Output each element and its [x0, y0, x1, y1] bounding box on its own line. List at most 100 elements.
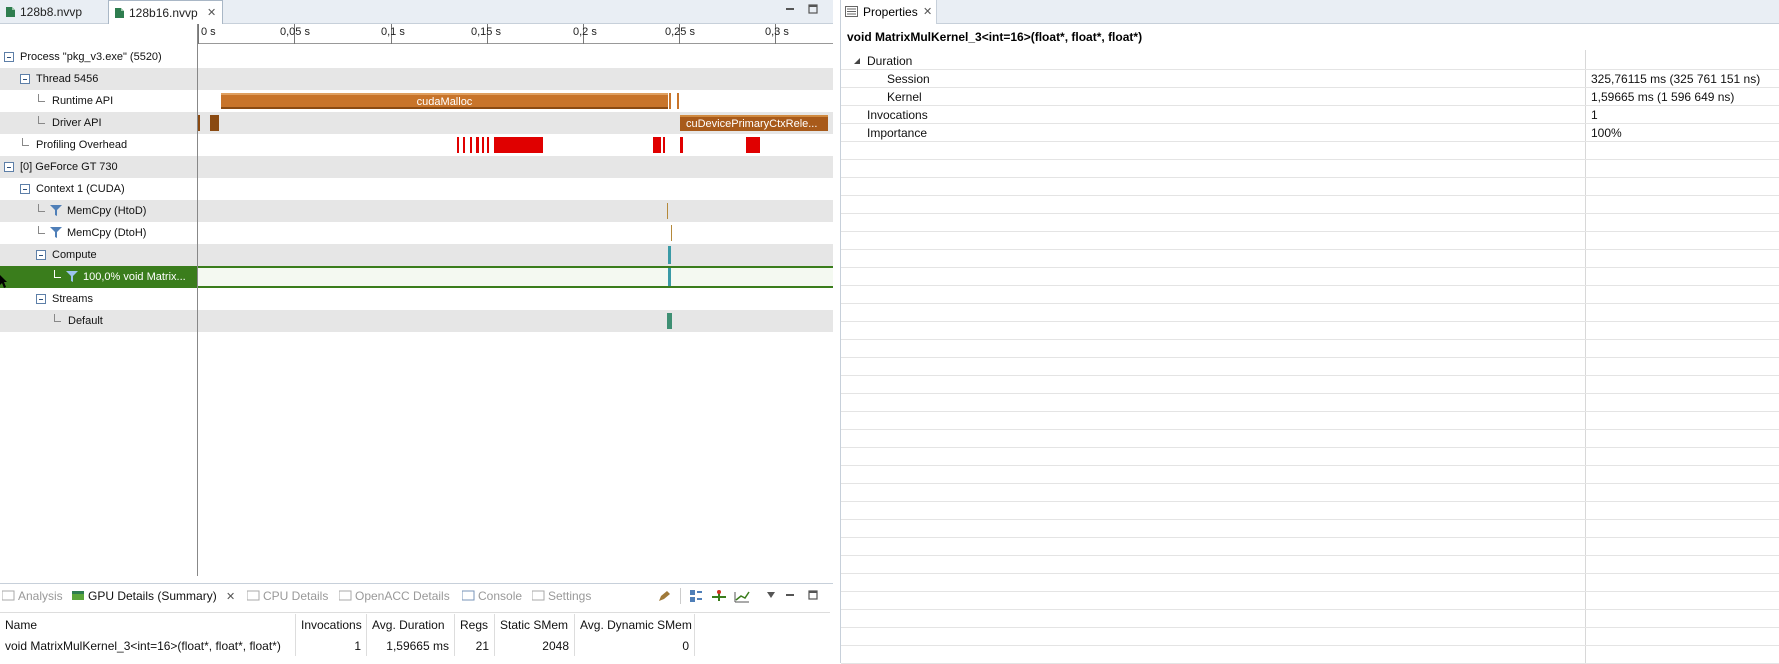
properties-icon [845, 6, 858, 17]
kernel-mark[interactable] [668, 268, 671, 286]
prop-value: 1,59665 ms (1 596 649 ns) [1591, 90, 1735, 104]
pencil-icon[interactable] [658, 590, 672, 602]
tab-label: Properties [863, 5, 918, 19]
row-label: Default [68, 315, 103, 327]
row-runtime-api[interactable]: Runtime API cudaMalloc [0, 90, 833, 112]
tab-gpu-details[interactable]: GPU Details (Summary) ✕ [70, 584, 236, 608]
tab-analysis[interactable]: Analysis [0, 584, 63, 608]
collapse-icon[interactable] [36, 250, 46, 260]
tab-128b16[interactable]: 128b16.nvvp ✕ [108, 0, 223, 24]
tab-settings[interactable]: Settings [530, 584, 591, 608]
row-driver-api[interactable]: Driver API cuDevicePrimaryCtxRele... [0, 112, 833, 134]
label-divider[interactable] [197, 24, 198, 576]
file-icon [115, 8, 124, 18]
kernel-mark[interactable] [668, 246, 671, 264]
collapse-icon[interactable] [36, 294, 46, 304]
overhead-mark[interactable] [457, 137, 459, 153]
prop-row-invocations[interactable]: Invocations 1 [841, 106, 1779, 124]
minimize-icon[interactable] [785, 590, 795, 600]
row-thread[interactable]: Thread 5456 [0, 68, 833, 90]
cudaMalloc-bar[interactable]: cudaMalloc [221, 93, 668, 109]
row-compute[interactable]: Compute [0, 244, 833, 266]
close-icon[interactable]: ✕ [923, 0, 932, 24]
empty-row [841, 286, 1779, 304]
tab-128b8[interactable]: 128b8.nvvp [0, 0, 105, 24]
overhead-mark[interactable] [494, 137, 543, 153]
api-call-mark[interactable] [210, 115, 219, 131]
col-header-regs[interactable]: Regs [455, 614, 495, 636]
tab-label: Settings [548, 589, 592, 603]
tab-properties[interactable]: Properties ✕ [841, 0, 937, 24]
row-default-stream[interactable]: Default [0, 310, 833, 332]
prop-row-kernel[interactable]: Kernel 1,59665 ms (1 596 649 ns) [841, 88, 1779, 106]
collapse-icon[interactable] [4, 52, 14, 62]
memcpy-mark[interactable] [671, 225, 672, 241]
empty-row [841, 538, 1779, 556]
row-context[interactable]: Context 1 (CUDA) [0, 178, 833, 200]
tick-label: 0,25 s [665, 26, 695, 38]
tab-openacc-details[interactable]: OpenACC Details [337, 584, 450, 608]
col-header-dynamic-smem[interactable]: Avg. Dynamic SMem [575, 614, 695, 636]
prop-row-session[interactable]: Session 325,76115 ms (325 761 151 ns) [841, 70, 1779, 88]
overhead-mark[interactable] [653, 137, 661, 153]
overhead-mark[interactable] [463, 137, 465, 153]
prop-row-duration[interactable]: Duration [841, 52, 1779, 70]
col-header-static-smem[interactable]: Static SMem [495, 614, 575, 636]
maximize-icon[interactable] [808, 4, 818, 14]
col-header-invocations[interactable]: Invocations [296, 614, 367, 636]
filter-icon [50, 205, 62, 216]
col-header-name[interactable]: Name [0, 614, 296, 636]
api-call-mark[interactable] [677, 93, 679, 109]
expand-arrow-icon[interactable] [853, 57, 861, 65]
empty-row [841, 502, 1779, 520]
maximize-icon[interactable] [808, 590, 818, 600]
cuDevicePrimaryCtxRelease-bar[interactable]: cuDevicePrimaryCtxRele... [680, 115, 828, 131]
tick-label: 0 s [201, 26, 216, 38]
overhead-mark[interactable] [663, 137, 665, 153]
tree-line [54, 270, 61, 278]
empty-row [841, 268, 1779, 286]
minimize-icon[interactable] [785, 4, 795, 14]
overhead-mark[interactable] [487, 137, 489, 153]
export-icon[interactable] [711, 589, 727, 603]
row-process[interactable]: Process "pkg_v3.exe" (5520) [0, 46, 833, 68]
close-icon[interactable]: ✕ [226, 591, 235, 603]
memcpy-mark[interactable] [667, 203, 668, 219]
col-header-avg-duration[interactable]: Avg. Duration [367, 614, 455, 636]
filter-icon [50, 227, 62, 238]
properties-tab-bar: Properties ✕ [841, 0, 1779, 24]
overhead-mark[interactable] [482, 137, 484, 153]
cell-regs: 21 [455, 636, 495, 656]
prop-row-importance[interactable]: Importance 100% [841, 124, 1779, 142]
row-label: MemCpy (HtoD) [67, 205, 147, 217]
row-kernel-selected[interactable]: 100,0% void Matrix... [0, 266, 833, 288]
editor-tab-bar: 128b8.nvvp 128b16.nvvp ✕ [0, 0, 833, 24]
view-menu-icon[interactable] [766, 591, 776, 599]
filter-icon [66, 271, 78, 282]
chart-icon[interactable] [734, 589, 750, 603]
row-profiling-overhead[interactable]: Profiling Overhead [0, 134, 833, 156]
empty-row [841, 358, 1779, 376]
time-ruler[interactable]: 0 s 0,05 s 0,1 s 0,15 s 0,2 s 0,25 s 0,3… [198, 24, 833, 44]
collapse-icon[interactable] [20, 184, 30, 194]
tab-cpu-details[interactable]: CPU Details [245, 584, 328, 608]
collapse-icon[interactable] [4, 162, 14, 172]
collapse-icon[interactable] [20, 74, 30, 84]
overhead-mark[interactable] [470, 137, 472, 153]
overhead-mark[interactable] [680, 137, 683, 153]
row-memcpy-dtoh[interactable]: MemCpy (DtoH) [0, 222, 833, 244]
overhead-mark[interactable] [476, 137, 479, 153]
row-memcpy-htod[interactable]: MemCpy (HtoD) [0, 200, 833, 222]
row-label: Driver API [52, 117, 102, 129]
api-call-mark[interactable] [198, 115, 200, 131]
stream-mark[interactable] [667, 313, 672, 329]
layout-icon[interactable] [689, 589, 703, 603]
row-device[interactable]: [0] GeForce GT 730 [0, 156, 833, 178]
row-streams[interactable]: Streams [0, 288, 833, 310]
overhead-mark[interactable] [746, 137, 760, 153]
close-icon[interactable]: ✕ [207, 1, 216, 25]
tree-line [22, 138, 29, 146]
empty-row [841, 448, 1779, 466]
api-call-mark[interactable] [669, 93, 671, 109]
tab-console[interactable]: Console [460, 584, 522, 608]
